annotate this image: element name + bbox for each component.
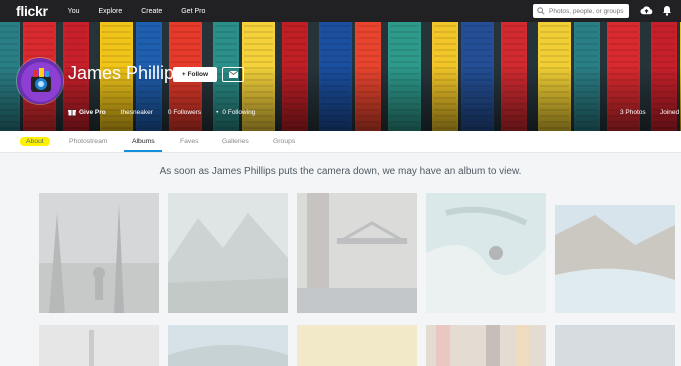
album-thumb[interactable] — [555, 325, 675, 366]
album-thumb[interactable] — [39, 325, 159, 366]
album-placeholder-grid — [0, 0, 681, 366]
album-thumb[interactable] — [168, 325, 288, 366]
album-thumb[interactable] — [426, 193, 546, 313]
album-thumb[interactable] — [39, 193, 159, 313]
album-thumb[interactable] — [168, 193, 288, 313]
album-thumb[interactable] — [297, 325, 417, 366]
album-thumb[interactable] — [555, 205, 675, 313]
album-thumb[interactable] — [426, 325, 546, 366]
album-thumb[interactable] — [297, 193, 417, 313]
